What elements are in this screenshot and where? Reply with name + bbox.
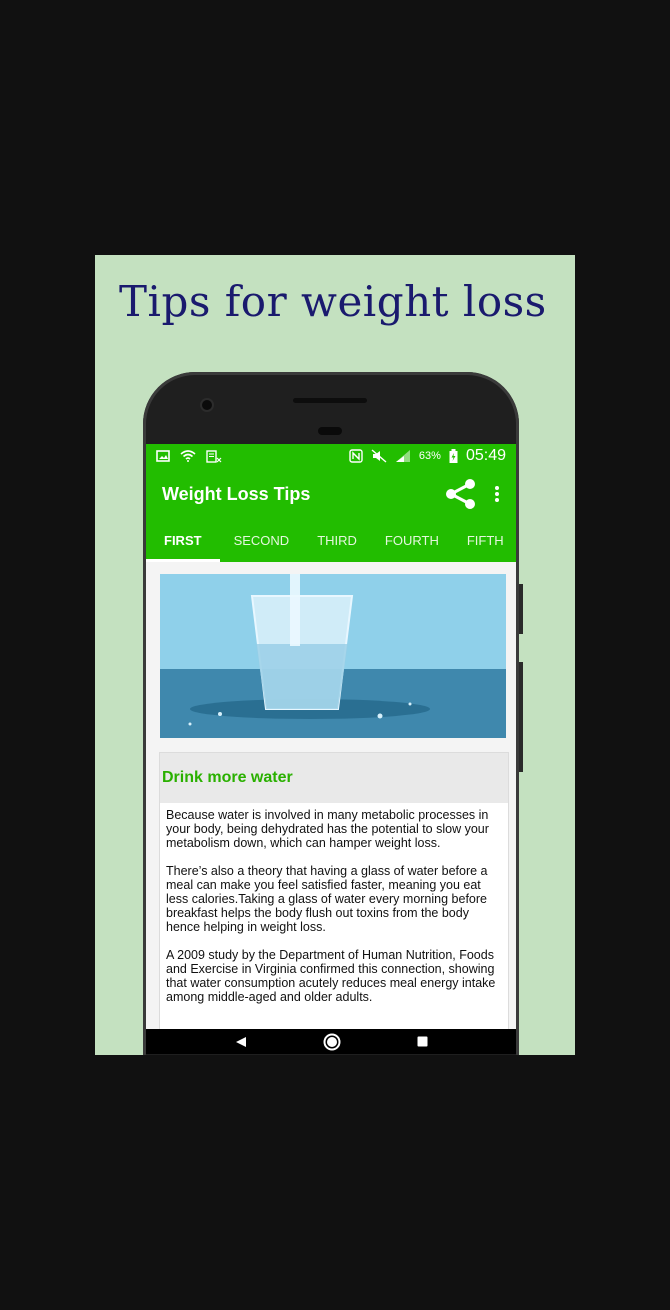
tab-fifth[interactable]: FIFTH — [453, 520, 516, 562]
clock: 05:49 — [465, 447, 506, 464]
phone-screen: 63% 05:49 Weight Loss Tips FIRST SECOND … — [146, 444, 516, 1054]
tab-bar: FIRST SECOND THIRD FOURTH FIFTH — [146, 520, 516, 562]
tip-paragraph: A 2009 study by the Department of Human … — [166, 948, 496, 1004]
tip-title: Drink more water — [162, 769, 293, 786]
battery-icon — [449, 449, 458, 463]
nav-bar — [146, 1029, 516, 1054]
image-icon — [156, 450, 170, 462]
tab-first[interactable]: FIRST — [146, 520, 220, 562]
tip-card-header: Drink more water — [160, 753, 508, 803]
more-vert-icon[interactable] — [494, 485, 500, 503]
earpiece — [318, 427, 342, 435]
battery-percent: 63% — [418, 450, 441, 462]
promo-heading: Tips for weight loss — [119, 277, 547, 326]
share-icon[interactable] — [444, 479, 478, 509]
volume-button — [519, 662, 523, 772]
speaker-grille — [293, 398, 367, 403]
document-icon — [206, 449, 222, 463]
front-camera — [202, 400, 212, 410]
power-button — [519, 584, 523, 634]
tab-second[interactable]: SECOND — [220, 520, 304, 562]
home-icon[interactable] — [323, 1033, 341, 1051]
recents-icon[interactable] — [417, 1036, 428, 1047]
wifi-icon — [180, 450, 196, 462]
tip-paragraph: There’s also a theory that having a glas… — [166, 864, 488, 934]
mute-icon — [371, 449, 387, 463]
promo-background: Tips for weight loss 63% 05:49 Weight Lo… — [95, 255, 575, 1055]
tip-card: Drink more water Because water is involv… — [159, 752, 509, 1029]
app-title: Weight Loss Tips — [162, 483, 311, 504]
app-bar: Weight Loss Tips — [146, 468, 516, 520]
water-glass-image — [160, 574, 506, 738]
nfc-icon — [349, 449, 363, 463]
tab-third[interactable]: THIRD — [303, 520, 371, 562]
tip-body: Because water is involved in many metabo… — [160, 803, 508, 1004]
tip-paragraph: Because water is involved in many metabo… — [166, 808, 489, 850]
status-bar: 63% 05:49 — [146, 444, 516, 468]
tip-content: Drink more water Because water is involv… — [146, 562, 516, 1029]
tab-fourth[interactable]: FOURTH — [371, 520, 453, 562]
signal-icon — [395, 450, 410, 462]
back-icon[interactable] — [235, 1036, 247, 1048]
